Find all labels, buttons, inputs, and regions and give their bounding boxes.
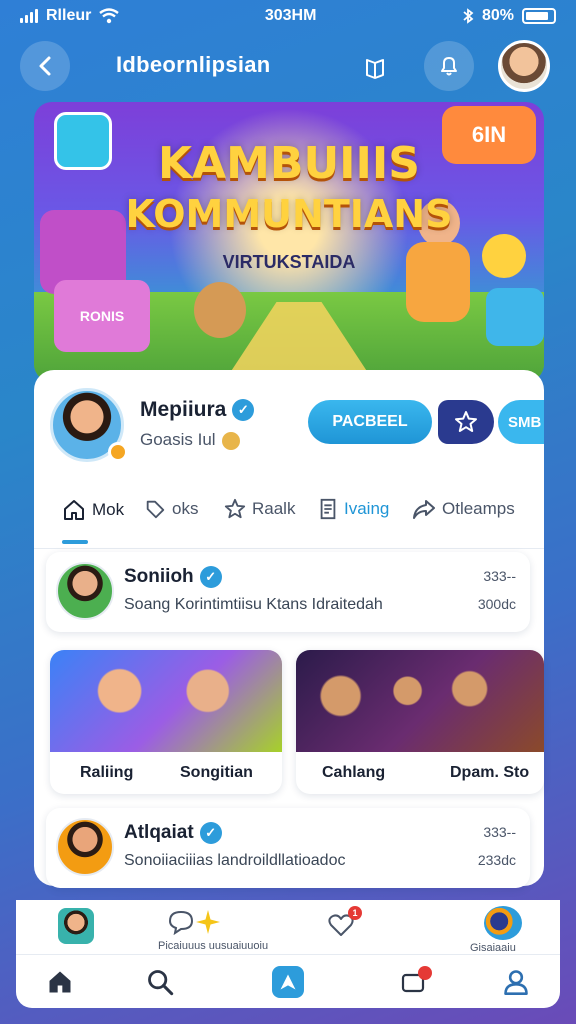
profile-card: Mepiiura ✓ Goasis Iul PACBEEL SMB Mok oks [34, 370, 544, 888]
page-title: Idbeornlipsian [116, 52, 271, 77]
nav-search[interactable] [144, 966, 176, 998]
coin-icon [221, 431, 240, 450]
follow-button[interactable]: PACBEEL [308, 400, 432, 444]
signal-icon [20, 9, 38, 23]
send-icon [280, 974, 296, 990]
media-card[interactable]: Cahlang Dpam. Sto [296, 650, 544, 794]
notification-badge [418, 966, 432, 980]
bell-icon [441, 57, 457, 76]
post-item[interactable]: Soniioh ✓ Soang Korintimtiisu Ktans Idrai… [46, 552, 530, 632]
favorite-button[interactable] [438, 400, 494, 444]
home-icon [49, 971, 71, 993]
tag-icon [146, 500, 165, 519]
media-caption-right: Dpam. Sto [450, 764, 530, 781]
chat-icon [168, 910, 194, 935]
post-text: Soang Korintimtiisu Ktans Idraitedah [124, 596, 383, 613]
verified-icon: ✓ [199, 566, 222, 588]
post-avatar[interactable] [56, 818, 114, 876]
bottom-nav: Picaiuuus uusuaiuuoiu 1 Gisaiaaiu [16, 900, 560, 1008]
post-time: 233dc [477, 852, 516, 868]
profile-shortcut[interactable] [58, 908, 94, 944]
post-author-row: Atlqaiat ✓ [124, 822, 222, 844]
tab-living[interactable]: Ivaing [318, 498, 389, 520]
media-card[interactable]: Raliing Songitian [50, 650, 282, 794]
user-avatar[interactable] [498, 40, 550, 92]
notification-badge: 1 [348, 906, 362, 920]
tab-label: oks [172, 499, 199, 518]
nav-caption: Gisaiaaiu [470, 942, 516, 954]
media-image [296, 650, 544, 752]
profile-name-row: Mepiiura ✓ [140, 398, 255, 422]
profile-subtitle: Goasis Iul [140, 430, 216, 449]
tab-label: Mok [92, 500, 125, 519]
tab-label: Raalk [252, 499, 296, 518]
nav-caption: Picaiuuus uusuaiuuoiu [158, 940, 269, 952]
post-time: 300dc [477, 596, 516, 612]
status-bar: Rlleur 303HM 80% [0, 0, 576, 32]
top-bar: Idbeornlipsian [0, 38, 576, 94]
star-icon [224, 498, 246, 519]
sparkle-icon [196, 910, 220, 934]
clock: 303HM [264, 7, 317, 24]
dog-figure [194, 282, 246, 338]
carrier-label: Rlleur [46, 7, 92, 24]
post-author: Soniioh [124, 566, 194, 588]
notifications-button[interactable] [424, 41, 474, 91]
nav-profile[interactable] [500, 966, 532, 998]
online-indicator [108, 442, 128, 462]
post-author-row: Soniioh ✓ [124, 566, 222, 588]
media-caption-left: Cahlang [322, 764, 386, 781]
active-tab-indicator [62, 540, 88, 544]
battery-icon [521, 8, 556, 24]
post-author: Atlqaiat [124, 822, 194, 844]
bluetooth-icon [463, 8, 474, 24]
battery-percent: 80% [481, 7, 514, 24]
tab-share[interactable]: Otleamps [412, 498, 515, 520]
banner-title-line1: KAMBUIIIS [157, 138, 420, 189]
wifi-icon [99, 8, 120, 24]
search-icon [148, 970, 174, 996]
user-icon [504, 970, 528, 995]
post-count: 333-- [483, 568, 516, 584]
banner-title-line2: KOMMUNTIANS [125, 192, 453, 236]
tab-home[interactable]: Mok [62, 498, 124, 522]
nav-create[interactable] [272, 966, 304, 998]
chat-shortcut[interactable] [164, 908, 224, 936]
nav-home[interactable] [44, 966, 76, 998]
share-icon [413, 500, 435, 519]
more-button[interactable]: SMB [498, 400, 544, 444]
profile-name: Mepiiura [140, 398, 227, 421]
media-caption-left: Raliing [80, 764, 134, 781]
hero-banner[interactable]: RONIS 6IN KAMBUIIIS KOMMUNTIANS VIRTUKST… [34, 102, 544, 382]
document-icon [320, 498, 336, 520]
media-caption-right: Songitian [180, 764, 253, 781]
tab-tags[interactable]: oks [144, 498, 198, 520]
tabs-divider [34, 548, 544, 549]
verified-icon: ✓ [232, 399, 255, 422]
home-icon [64, 500, 84, 520]
game-shortcut[interactable] [484, 906, 522, 940]
tab-bar: Mok oks Raalk Ivaing Otleamps [34, 498, 544, 549]
banner-subtitle: VIRTUKSTAIDA [222, 252, 356, 272]
tab-ranking[interactable]: Raalk [224, 498, 295, 520]
book-button[interactable] [360, 53, 390, 83]
verified-icon: ✓ [199, 822, 222, 844]
profile-subtitle-row: Goasis Iul [140, 430, 240, 450]
nav-messages[interactable] [398, 966, 432, 998]
nav-divider [16, 954, 560, 955]
post-count: 333-- [483, 824, 516, 840]
chevron-left-icon [39, 56, 51, 76]
chat-bubble-icon [486, 288, 544, 346]
book-icon [366, 59, 384, 79]
banner-box-label: RONIS [54, 280, 150, 352]
post-text: Sonoiiaciiias landroildllatioadoc [124, 852, 346, 869]
tab-label: Ivaing [344, 499, 390, 518]
post-item[interactable]: Atlqaiat ✓ Sonoiiaciiias landroildllatioa… [46, 808, 530, 888]
star-icon [455, 411, 477, 432]
back-button[interactable] [20, 41, 70, 91]
tab-label: Otleamps [442, 499, 515, 518]
post-avatar[interactable] [56, 562, 114, 620]
media-image [50, 650, 282, 752]
likes-shortcut[interactable]: 1 [326, 906, 362, 940]
